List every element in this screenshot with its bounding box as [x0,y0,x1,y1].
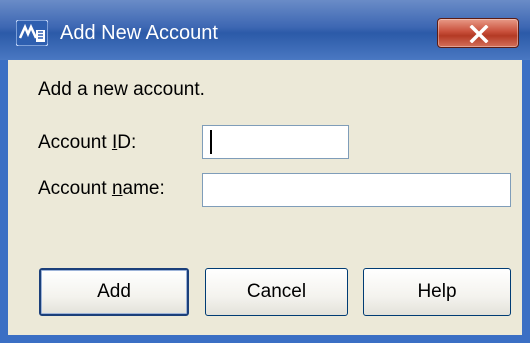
app-icon [16,20,48,46]
instruction-text: Add a new account. [38,79,205,100]
account-name-input[interactable] [202,173,511,207]
help-button[interactable]: Help [363,268,511,316]
account-name-label: Account name: [38,178,165,199]
add-button[interactable]: Add [39,268,189,316]
cancel-button[interactable]: Cancel [205,268,348,316]
close-icon [469,25,489,43]
add-new-account-dialog: Add New Account Add a new account. Accou… [0,0,530,343]
account-id-label: Account ID: [38,132,137,153]
window-frame-left [0,60,8,343]
title-bar[interactable]: Add New Account [0,0,530,60]
window-frame-right [522,60,530,343]
window-title: Add New Account [60,22,218,44]
account-id-input[interactable] [202,125,349,159]
account-name-accelerator: n [111,178,123,199]
window-frame-bottom [0,335,530,343]
text-caret [210,130,212,154]
close-button[interactable] [437,18,519,48]
